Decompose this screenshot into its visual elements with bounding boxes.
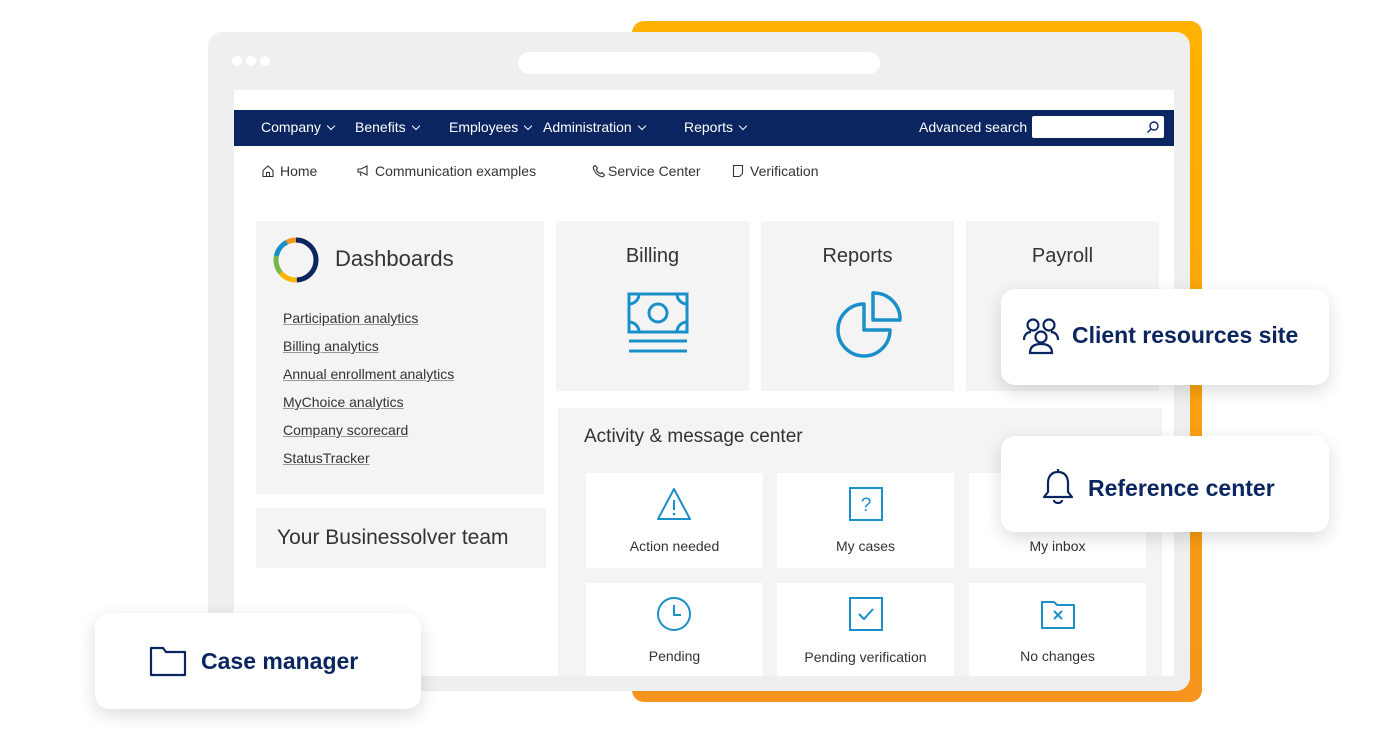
nav-administration[interactable]: Administration — [543, 119, 646, 135]
pie-chart-icon — [836, 291, 902, 358]
svg-text:?: ? — [861, 495, 872, 516]
quick-link-label: Communication examples — [375, 163, 537, 179]
document-icon — [732, 164, 744, 178]
nav-label: Administration — [543, 119, 632, 135]
client-resources-card[interactable]: Client resources site — [1001, 289, 1329, 385]
card-label: Pending — [648, 648, 701, 664]
card-label: My inbox — [1029, 538, 1086, 554]
search-icon[interactable] — [1146, 120, 1160, 134]
bell-icon — [1042, 469, 1074, 504]
card-label: Pending verification — [804, 649, 927, 665]
chevron-down-icon — [637, 121, 646, 130]
billing-title: Billing — [625, 245, 680, 267]
window-controls — [232, 56, 270, 66]
pending-verification-card[interactable]: Pending verification — [777, 583, 954, 676]
dashboard-link[interactable]: MyChoice analytics — [283, 394, 404, 410]
dashboard-link[interactable]: Participation analytics — [283, 310, 418, 326]
chevron-down-icon — [738, 121, 748, 130]
reference-center-label: Reference center — [1088, 475, 1275, 501]
donut-chart-icon — [273, 237, 319, 283]
dashboard-link[interactable]: Company scorecard — [283, 422, 408, 438]
chevron-down-icon — [411, 121, 420, 130]
window-dot[interactable] — [260, 56, 270, 66]
nav-employees[interactable]: Employees — [449, 119, 533, 135]
people-icon — [1022, 318, 1060, 355]
client-resources-label: Client resources site — [1072, 322, 1299, 348]
top-nav: Company Benefits Employees Administratio… — [234, 110, 1174, 146]
chevron-down-icon — [326, 121, 336, 130]
folder-x-icon — [1041, 601, 1075, 629]
quick-link-label: Home — [280, 163, 318, 179]
money-icon — [627, 292, 689, 353]
phone-icon — [592, 164, 606, 178]
reports-title: Reports — [822, 245, 893, 267]
nav-label: Benefits — [355, 119, 406, 135]
window-dot[interactable] — [232, 56, 242, 66]
quick-link-label: Service Center — [608, 163, 701, 179]
dashboard-link[interactable]: Billing analytics — [283, 338, 379, 354]
dashboard-link[interactable]: StatusTracker — [283, 450, 370, 466]
my-cases-card[interactable]: ? My cases — [777, 473, 954, 568]
window-dot[interactable] — [246, 56, 256, 66]
address-bar[interactable] — [518, 52, 880, 74]
action-needed-card[interactable]: Action needed — [586, 473, 763, 568]
pending-card[interactable]: Pending — [586, 583, 763, 676]
card-label: No changes — [1020, 648, 1095, 664]
nav-company[interactable]: Company — [261, 119, 336, 135]
nav-benefits[interactable]: Benefits — [355, 119, 420, 135]
case-manager-label: Case manager — [201, 648, 359, 674]
quick-link-service-center[interactable]: Service Center — [592, 163, 701, 179]
nav-label: Employees — [449, 119, 519, 135]
card-label: Action needed — [629, 538, 720, 554]
home-icon — [262, 165, 274, 178]
quick-link-communication[interactable]: Communication examples — [356, 163, 536, 179]
card-label: My cases — [835, 538, 896, 554]
activity-title: Activity & message center — [584, 426, 803, 447]
megaphone-icon — [357, 165, 368, 177]
check-box-icon — [849, 597, 883, 631]
team-title: Your Businessolver team — [277, 526, 509, 549]
case-manager-card[interactable]: Case manager — [95, 613, 421, 709]
quick-link-label: Verification — [750, 163, 819, 179]
reference-center-card[interactable]: Reference center — [1001, 436, 1329, 532]
nav-label: Reports — [684, 119, 734, 135]
search-input[interactable] — [1032, 116, 1164, 138]
nav-label: Company — [261, 119, 321, 135]
no-changes-card[interactable]: No changes — [969, 583, 1146, 676]
folder-icon — [149, 646, 187, 677]
chevron-down-icon — [524, 121, 533, 130]
clock-icon — [657, 597, 691, 631]
warning-icon — [657, 488, 691, 520]
dashboard-link[interactable]: Annual enrollment analytics — [283, 366, 454, 382]
payroll-title: Payroll — [1031, 245, 1094, 267]
quick-link-home[interactable]: Home — [261, 163, 317, 179]
quick-link-verification[interactable]: Verification — [731, 163, 818, 179]
advanced-search-link[interactable]: Advanced search — [919, 119, 1027, 135]
dashboards-title: Dashboards — [335, 246, 454, 271]
question-icon: ? — [849, 487, 883, 521]
nav-reports[interactable]: Reports — [684, 119, 748, 135]
